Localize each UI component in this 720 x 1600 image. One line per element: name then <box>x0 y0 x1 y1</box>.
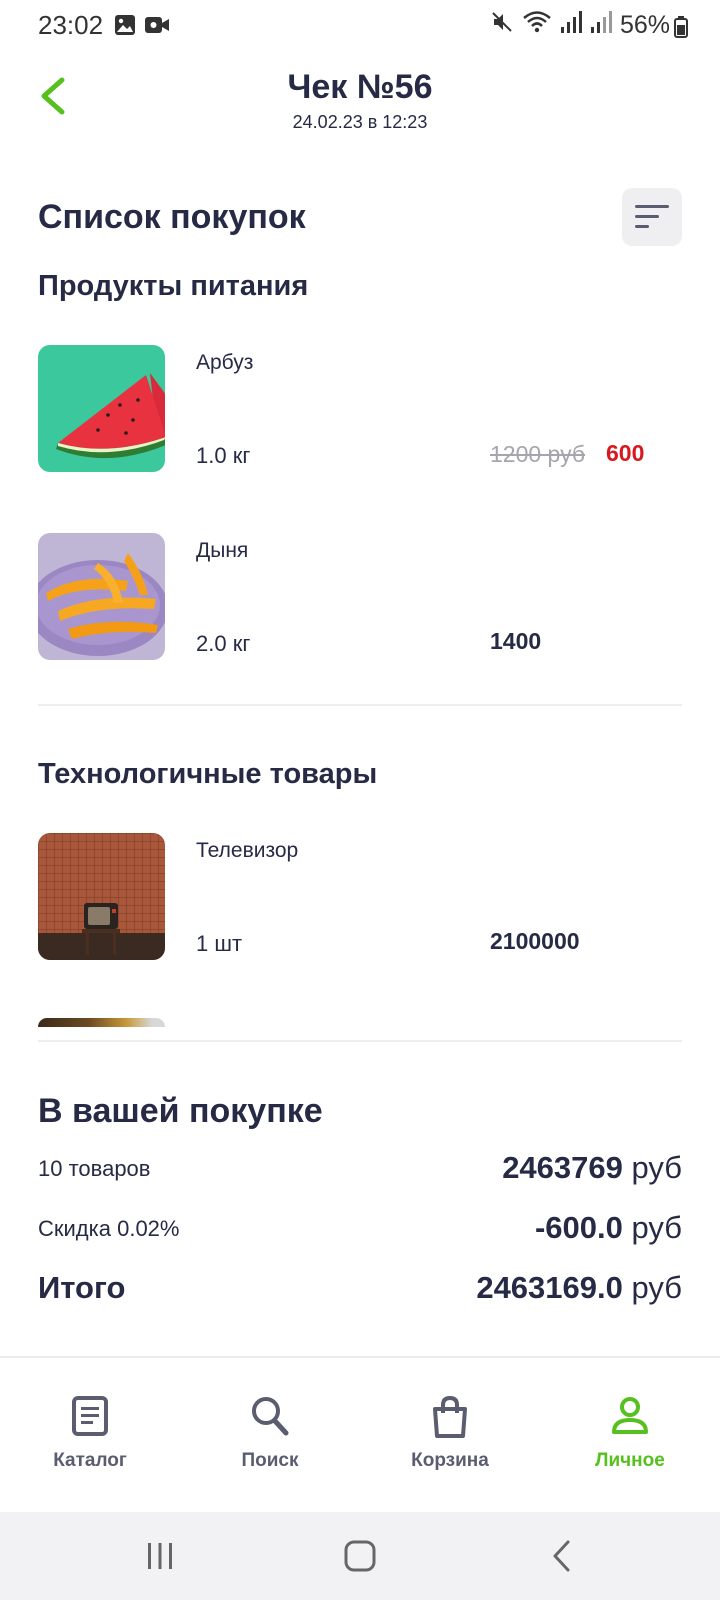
summary-value: 2463769 руб <box>502 1150 682 1186</box>
product-old-price: 1200 руб <box>490 441 586 467</box>
category-title-food: Продукты питания <box>38 270 309 302</box>
cart-icon <box>433 1396 467 1438</box>
catalog-icon <box>72 1396 108 1436</box>
battery-icon <box>674 16 688 43</box>
home-button[interactable] <box>330 1534 390 1578</box>
bottom-nav: Каталог Поиск Корзина Личное <box>0 1356 720 1512</box>
divider <box>38 704 682 706</box>
product-image-watermelon <box>38 345 165 472</box>
nav-label: Корзина <box>411 1450 489 1471</box>
nav-profile[interactable]: Личное <box>540 1358 720 1514</box>
recent-apps-icon <box>148 1543 172 1569</box>
recent-apps-button[interactable] <box>130 1534 190 1578</box>
nav-label: Каталог <box>53 1450 127 1471</box>
product-image-partial <box>38 1018 165 1027</box>
summary-row-items: 10 товаров 2463769 руб <box>38 1150 682 1186</box>
nav-cart[interactable]: Корзина <box>360 1358 540 1514</box>
currency: руб <box>631 1150 683 1185</box>
video-notification-icon <box>144 14 170 41</box>
product-price: 2100000 <box>490 928 580 954</box>
status-time: 23:02 <box>38 10 104 40</box>
product-item-melon[interactable]: Дыня 2.0 кг 1400 <box>38 533 682 661</box>
sort-icon <box>635 205 669 228</box>
product-price: 1400 <box>490 628 542 654</box>
wifi-icon <box>522 10 552 41</box>
summary-total-value: 2463169.0 руб <box>476 1270 682 1306</box>
product-quantity: 2.0 кг <box>196 631 251 656</box>
sort-button[interactable] <box>622 188 682 246</box>
mute-icon <box>490 10 514 41</box>
divider <box>38 1040 682 1042</box>
product-image-tv <box>38 833 165 960</box>
product-image-melon <box>38 533 165 660</box>
currency: руб <box>631 1210 683 1245</box>
back-arrow-icon <box>553 1540 570 1572</box>
summary-amount: 2463169.0 <box>476 1270 623 1305</box>
product-quantity: 1 шт <box>196 931 243 956</box>
nav-label: Поиск <box>241 1450 299 1471</box>
nav-search[interactable]: Поиск <box>180 1358 360 1514</box>
battery-percent: 56% <box>619 11 670 39</box>
summary-value: -600.0 руб <box>535 1210 682 1246</box>
page-title: Чек №56 <box>287 68 433 106</box>
category-title-tech: Технологичные товары <box>38 758 378 790</box>
signal-2-icon <box>590 10 612 41</box>
summary-row-total: Итого 2463169.0 руб <box>38 1270 682 1310</box>
nav-label: Личное <box>595 1450 665 1471</box>
gallery-notification-icon <box>114 14 136 41</box>
header: Чек №56 24.02.23 в 12:23 <box>0 60 720 150</box>
system-back-button[interactable] <box>532 1534 592 1578</box>
signal-icon <box>560 10 582 41</box>
product-name: Телевизор <box>196 839 299 862</box>
product-name: Арбуз <box>196 351 254 374</box>
summary-total-label: Итого <box>38 1270 126 1305</box>
shopping-list-title: Список покупок <box>38 198 306 236</box>
product-item-tv[interactable]: Телевизор 1 шт 2100000 <box>38 833 682 961</box>
product-quantity: 1.0 кг <box>196 443 251 468</box>
summary-row-discount: Скидка 0.02% -600.0 руб <box>38 1210 682 1246</box>
summary-label: 10 товаров <box>38 1156 151 1181</box>
nav-catalog[interactable]: Каталог <box>0 1358 180 1514</box>
summary-label: Скидка 0.02% <box>38 1216 180 1241</box>
home-icon <box>344 1540 376 1572</box>
search-icon <box>252 1397 289 1436</box>
summary-amount: 2463769 <box>502 1150 623 1185</box>
product-name: Дыня <box>196 539 249 562</box>
product-sale-price: 600 <box>606 440 645 466</box>
product-item-watermelon[interactable]: Арбуз 1.0 кг 1200 руб 600 <box>38 345 682 473</box>
receipt-date: 24.02.23 в 12:23 <box>292 112 428 132</box>
system-nav-bar <box>0 1512 720 1600</box>
currency: руб <box>631 1270 683 1305</box>
status-bar: 23:02 56% <box>0 0 720 52</box>
summary-title: В вашей покупке <box>38 1092 323 1130</box>
profile-icon <box>612 1397 648 1434</box>
summary-amount: -600.0 <box>534 1210 623 1245</box>
